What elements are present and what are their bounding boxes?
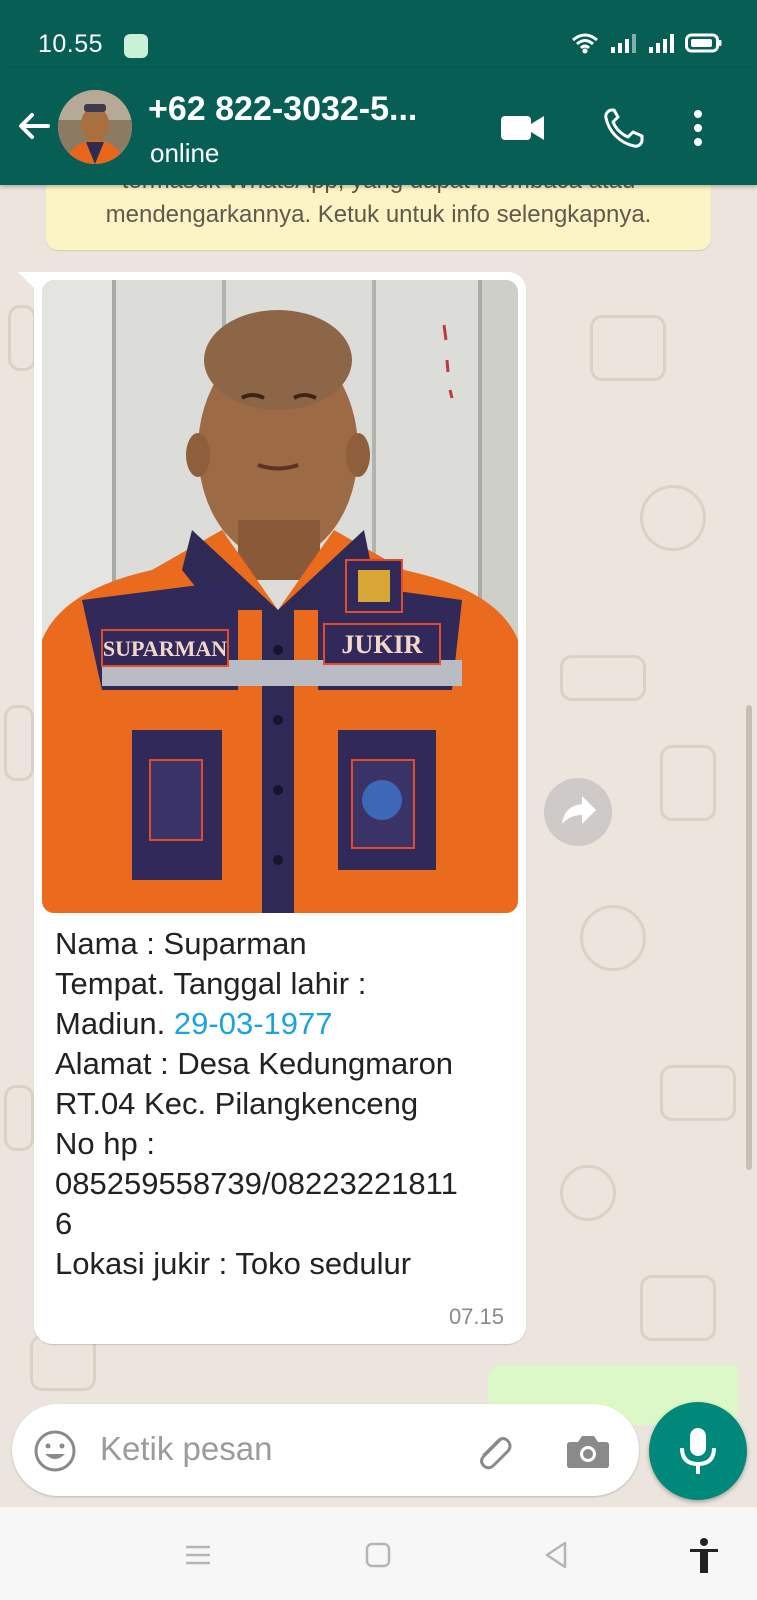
message-line-phone-2: 6	[55, 1206, 73, 1241]
back-nav-icon[interactable]	[537, 1535, 577, 1575]
signal-icon-sim1	[611, 34, 636, 53]
birth-place: Madiun.	[55, 1006, 174, 1041]
contact-avatar[interactable]	[58, 90, 132, 164]
camera-icon[interactable]	[564, 1428, 612, 1474]
badge-jukir: JUKIR	[342, 630, 423, 659]
attach-icon[interactable]	[470, 1428, 516, 1474]
signal-icon-sim2	[649, 34, 674, 53]
message-line-location: Lokasi jukir : Toko sedulur	[55, 1246, 412, 1281]
status-icons	[571, 32, 723, 54]
home-icon[interactable]	[358, 1535, 398, 1575]
back-arrow-icon[interactable]	[12, 104, 56, 148]
message-line-birth: Madiun. 29-03-1977	[55, 1004, 515, 1044]
message-line-birth-label: Tempat. Tanggal lahir :	[55, 966, 367, 1001]
message-line-address-2: RT.04 Kec. Pilangkenceng	[55, 1086, 419, 1121]
encryption-notice-text: termasuk WhatsApp, yang dapat membaca at…	[105, 180, 652, 228]
battery-icon	[685, 33, 722, 53]
more-options-icon[interactable]	[686, 106, 710, 150]
video-call-icon[interactable]	[499, 106, 547, 150]
bubble-tail	[18, 272, 36, 290]
message-line-phone-label: No hp :	[55, 1126, 155, 1161]
message-line-name: Nama : Suparman	[55, 926, 307, 961]
voice-call-icon[interactable]	[600, 106, 648, 150]
scroll-indicator[interactable]	[746, 705, 752, 1170]
encryption-notice[interactable]: termasuk WhatsApp, yang dapat membaca at…	[46, 180, 711, 250]
status-time: 10.55	[38, 30, 104, 58]
voice-message-button[interactable]	[649, 1402, 747, 1500]
message-input[interactable]: Ketik pesan	[100, 1430, 272, 1468]
recent-apps-icon[interactable]	[178, 1535, 218, 1575]
message-line-address-1: Alamat : Desa Kedungmaron	[55, 1046, 454, 1081]
chat-header: +62 822-3032-5... online	[0, 68, 757, 185]
message-line-phone-1: 085259558739/08223221811	[55, 1166, 458, 1201]
wifi-icon	[572, 33, 598, 54]
birth-date-link[interactable]: 29-03-1977	[174, 1006, 333, 1041]
contact-status: online	[150, 138, 220, 168]
forward-icon	[562, 796, 596, 824]
message-time: 07.15	[448, 1304, 504, 1329]
contact-name[interactable]: +62 822-3032-5...	[148, 90, 417, 129]
microphone-icon	[680, 1428, 716, 1474]
forward-button[interactable]	[544, 778, 612, 846]
accessibility-icon[interactable]	[684, 1535, 724, 1575]
emoji-icon[interactable]	[32, 1428, 78, 1474]
incoming-message-bubble[interactable]: SUPARMAN JUKIR Nama : Suparman Tempat. T…	[18, 272, 526, 1344]
status-bar: 10.55	[0, 0, 757, 68]
message-composer: Ketik pesan	[12, 1404, 639, 1496]
system-navigation-bar	[0, 1507, 757, 1600]
message-text: Nama : Suparman Tempat. Tanggal lahir : …	[55, 924, 515, 1284]
message-photo[interactable]: SUPARMAN JUKIR	[42, 280, 518, 913]
badge-suparman: SUPARMAN	[103, 636, 227, 661]
notification-app-icon	[124, 34, 148, 58]
